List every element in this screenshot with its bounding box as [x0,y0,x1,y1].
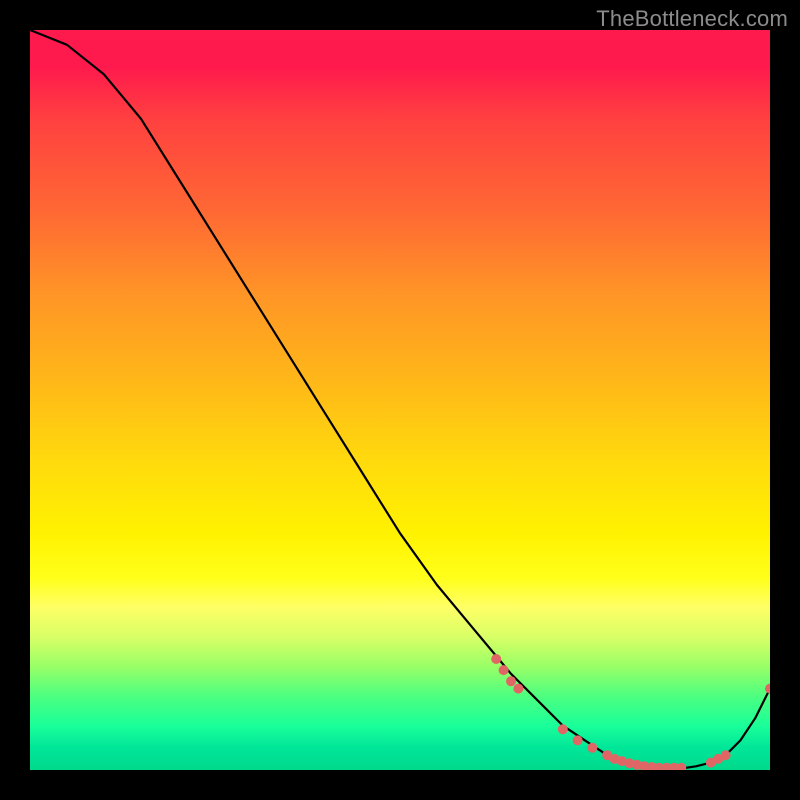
marker-dot [513,684,523,694]
marker-dot [573,735,583,745]
marker-dot [491,654,501,664]
marker-dot [587,743,597,753]
watermark-text: TheBottleneck.com [596,6,788,32]
data-markers [491,654,770,770]
marker-dot [558,724,568,734]
marker-dot [506,676,516,686]
marker-dot [765,684,770,694]
bottleneck-curve [30,30,770,769]
chart-frame: TheBottleneck.com [0,0,800,800]
marker-dot [499,665,509,675]
marker-dot [676,763,686,770]
marker-dot [721,750,731,760]
chart-plot-area [30,30,770,770]
chart-svg [30,30,770,770]
